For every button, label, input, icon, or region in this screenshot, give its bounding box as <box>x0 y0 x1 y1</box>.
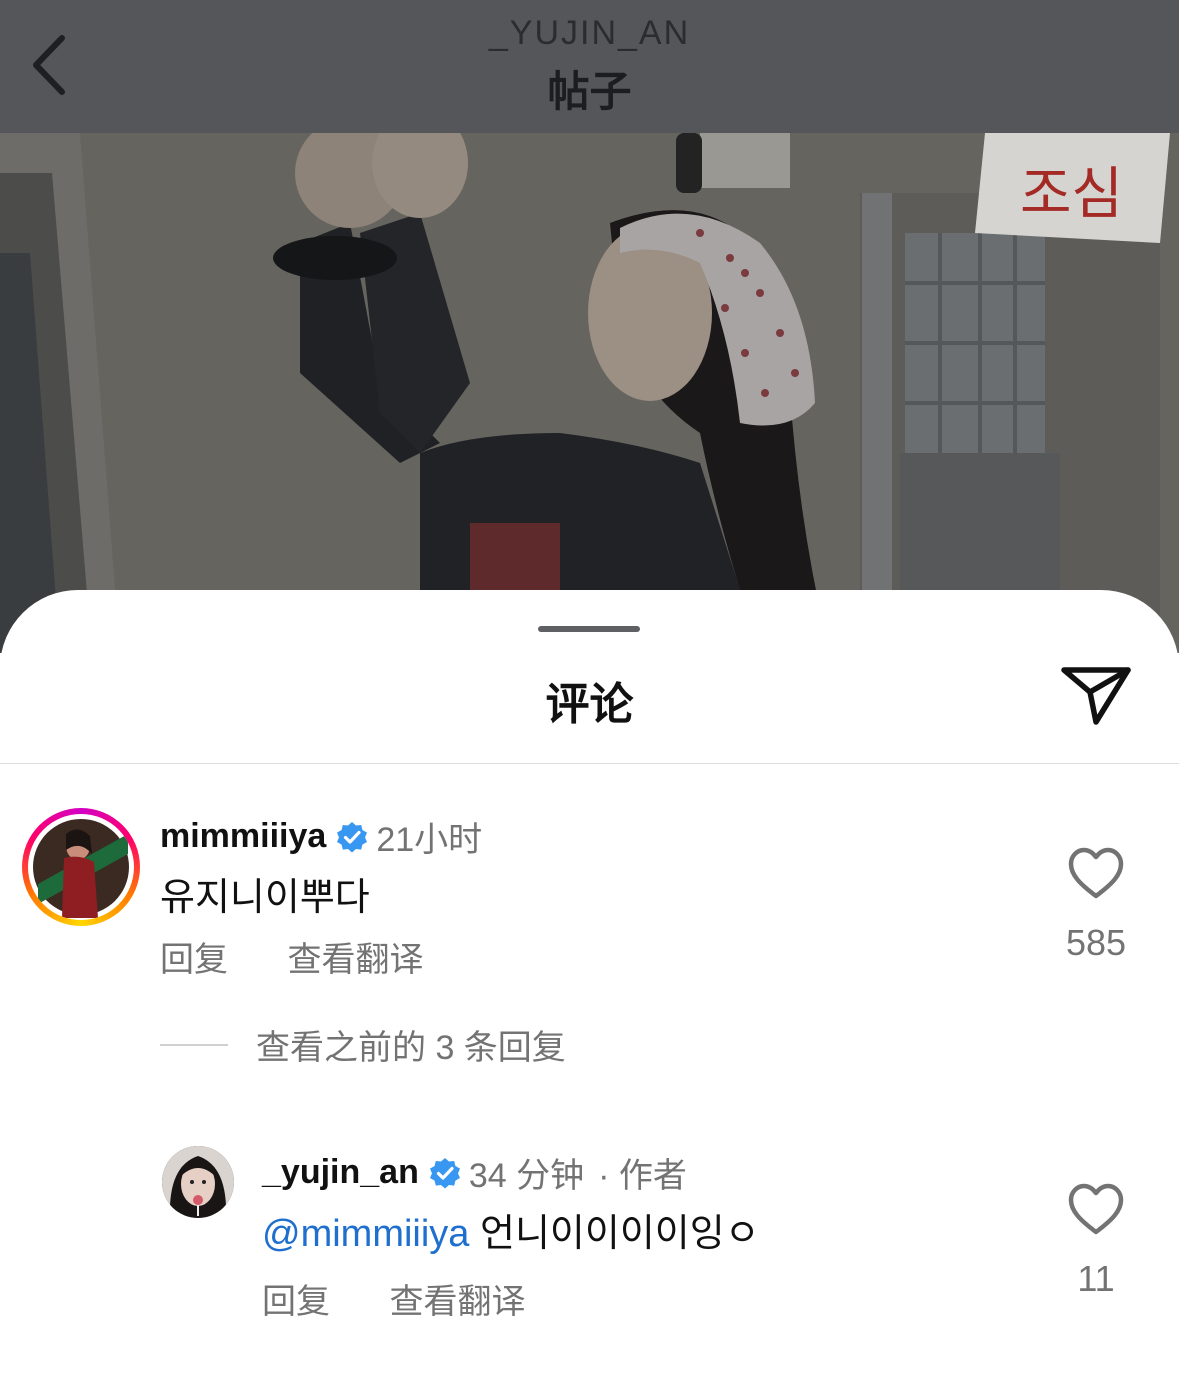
reply-button[interactable]: 回复 <box>160 941 228 979</box>
mention-link[interactable]: @mimmiiiya <box>262 1213 469 1255</box>
like-count: 585 <box>1065 922 1127 963</box>
avatar[interactable] <box>162 1146 234 1218</box>
avatar-story-ring[interactable] <box>22 808 140 926</box>
top-navigation-bar: _YUJIN_AN 帖子 <box>0 0 1179 133</box>
see-translation-button[interactable]: 查看翻译 <box>287 941 423 979</box>
comment-username[interactable]: mimmiiiya <box>160 817 326 856</box>
like-button[interactable] <box>1066 846 1126 902</box>
svg-text:조심: 조심 <box>1020 162 1123 227</box>
like-button[interactable] <box>1066 1182 1126 1238</box>
comments-title: 评论 <box>545 680 634 729</box>
post-owner-username: _YUJIN_AN <box>488 14 691 52</box>
reply-timestamp: 34 分钟 <box>468 1157 585 1195</box>
heart-outline-icon <box>1068 1183 1124 1235</box>
reply-body: 언니이이이이잉ㅇ <box>469 1213 760 1255</box>
heart-outline-icon <box>1068 847 1124 899</box>
reply-header: _yujin_an 34 分钟 · 作者 <box>262 1148 687 1197</box>
sheet-grabber-handle[interactable] <box>538 626 640 632</box>
author-tag: · 作者 <box>598 1157 687 1195</box>
avatar <box>28 814 134 920</box>
paper-plane-icon <box>1061 667 1131 725</box>
sheet-divider <box>0 763 1179 764</box>
comment-actions: 回复 查看翻译 <box>160 932 423 981</box>
post-photo: 조심 <box>0 133 1179 653</box>
reply-text: @mimmiiiya 언니이이이이잉ㅇ <box>262 1202 760 1257</box>
comment-text: 유지니이뿌다 <box>160 877 370 919</box>
see-translation-button[interactable]: 查看翻译 <box>389 1283 525 1321</box>
reply-button[interactable]: 回复 <box>262 1283 330 1321</box>
page-title: 帖子 <box>547 68 632 115</box>
comment-header: mimmiiiya 21小时 <box>160 812 482 861</box>
share-button[interactable] <box>1058 662 1134 726</box>
comment-timestamp: 21小时 <box>376 821 483 859</box>
verified-badge-icon <box>429 1157 460 1188</box>
like-count: 11 <box>1077 1258 1115 1299</box>
reply-username[interactable]: _yujin_an <box>262 1153 419 1192</box>
replies-divider-line <box>160 1043 228 1046</box>
verified-badge-icon <box>337 821 368 852</box>
comments-sheet: 评论 mimmiiiya 21小时 유지니이뿌다 回复 查看翻译 585 查看之… <box>0 590 1179 1377</box>
view-previous-replies-button[interactable]: 查看之前的 3 条回复 <box>160 1020 566 1069</box>
reply-actions: 回复 查看翻译 <box>262 1274 525 1323</box>
view-previous-replies-label: 查看之前的 3 条回复 <box>256 1029 566 1067</box>
